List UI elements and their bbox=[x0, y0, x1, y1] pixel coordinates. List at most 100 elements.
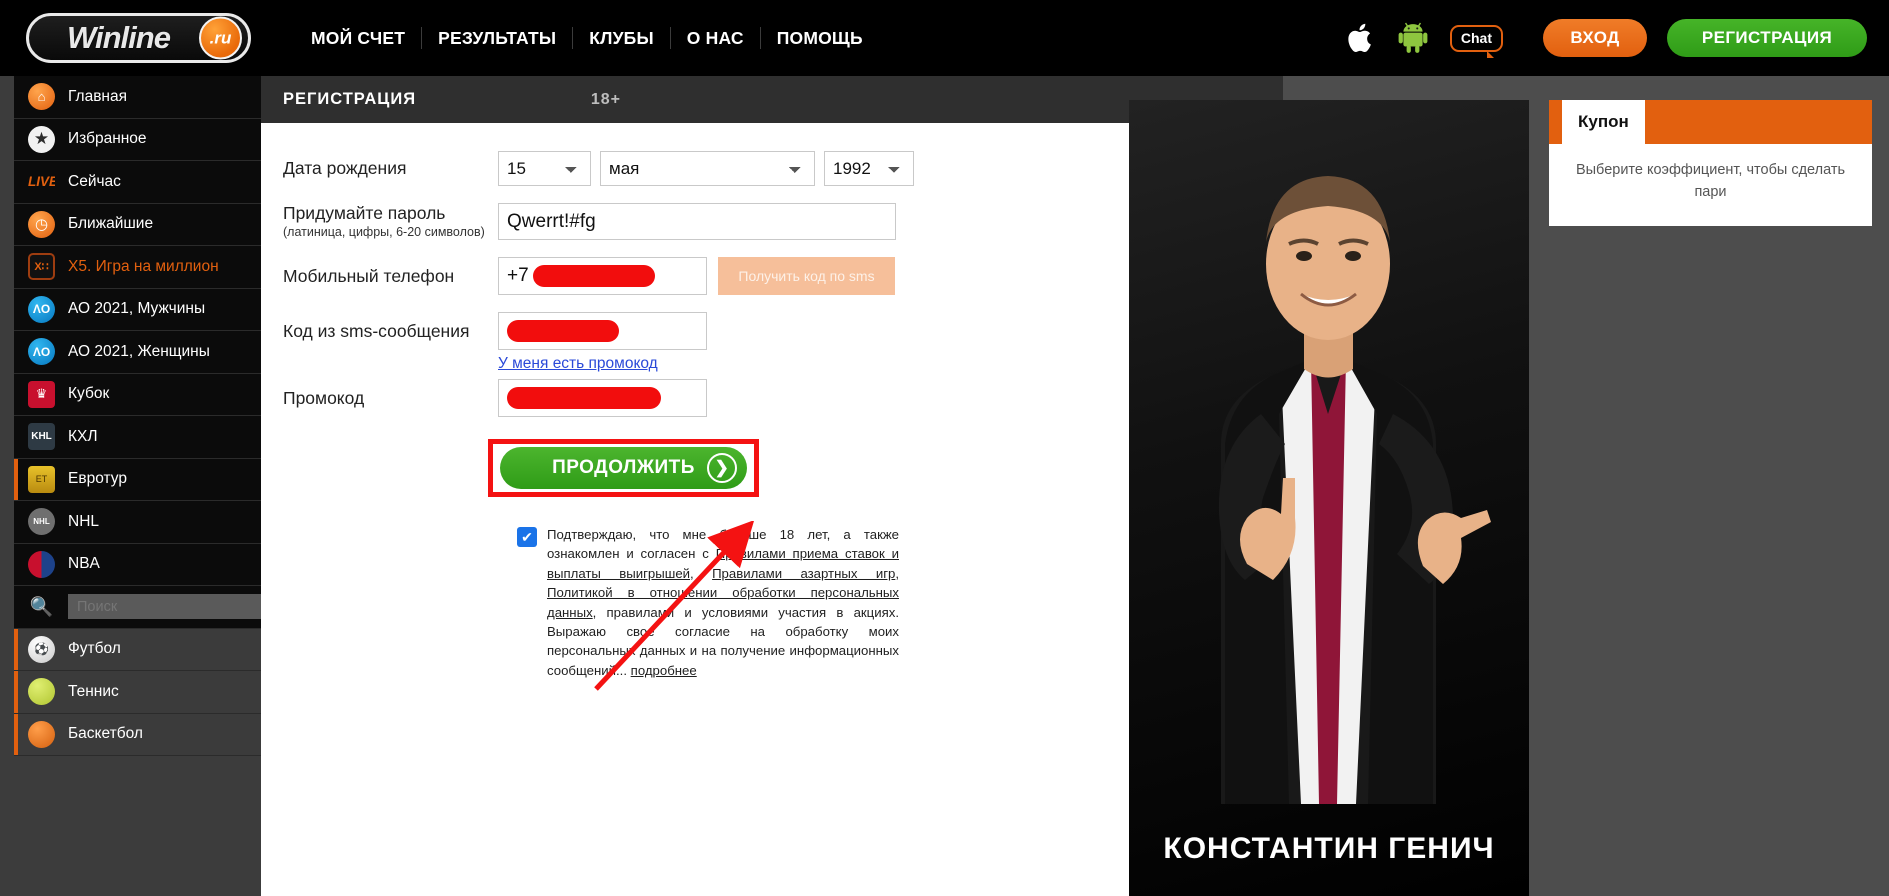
birthdate-label: Дата рождения bbox=[283, 158, 407, 179]
sidebar-item-label: Кубок bbox=[68, 385, 110, 403]
terms-agreement: ✔ Подтверждаю, что мне больше 18 лет, а … bbox=[517, 525, 899, 680]
android-icon[interactable] bbox=[1398, 22, 1428, 54]
terms-more-link[interactable]: подробнее bbox=[631, 663, 697, 678]
tab-coupon[interactable]: Купон bbox=[1562, 100, 1645, 144]
promocode-input[interactable] bbox=[498, 379, 707, 417]
sms-code-label: Код из sms-сообщения bbox=[283, 320, 470, 341]
sidebar-item-upcoming[interactable]: ◷ Ближайшие bbox=[14, 203, 261, 246]
terms-part-2: , правилами и условиями участия в акциях… bbox=[547, 604, 899, 678]
redaction-bar-phone bbox=[532, 265, 655, 287]
register-button[interactable]: РЕГИСТРАЦИЯ bbox=[1667, 19, 1867, 57]
birth-day-select[interactable]: 15 bbox=[498, 151, 591, 186]
coupon-empty-message: Выберите коэффициент, чтобы сделать пари bbox=[1549, 144, 1872, 226]
sidebar-item-live[interactable]: LIVE Сейчас bbox=[14, 161, 261, 204]
dice-icon: X∷ bbox=[28, 253, 55, 281]
coupon-tabs: Купон bbox=[1549, 100, 1872, 144]
sidebar-item-label: Футбол bbox=[68, 640, 121, 658]
sidebar-item-ao-2021-men[interactable]: ΛO АО 2021, Мужчины bbox=[14, 288, 261, 331]
phone-row: Мобильный телефон +7 Получить код по sms bbox=[283, 257, 941, 295]
redaction-bar-sms bbox=[507, 320, 619, 342]
terms-text: Подтверждаю, что мне больше 18 лет, а та… bbox=[547, 525, 899, 680]
sidebar-item-label: Теннис bbox=[68, 682, 119, 700]
basketball-icon bbox=[28, 720, 55, 748]
terms-link-gambling-rules[interactable]: Правилами азартных игр bbox=[712, 566, 895, 581]
chat-icon[interactable]: Chat bbox=[1449, 24, 1503, 58]
password-input[interactable] bbox=[498, 203, 896, 240]
sidebar-item-label: АО 2021, Мужчины bbox=[68, 300, 206, 318]
coupon-panel: Купон Выберите коэффициент, чтобы сделат… bbox=[1549, 100, 1872, 226]
sidebar-item-nhl[interactable]: NHL NHL bbox=[14, 501, 261, 544]
page-title: РЕГИСТРАЦИЯ bbox=[283, 90, 417, 108]
have-promocode-link[interactable]: У меня есть промокод bbox=[498, 355, 941, 373]
sidebar-item-football[interactable]: ⚽ Футбол bbox=[14, 628, 261, 671]
site-logo[interactable]: Winline .ru bbox=[26, 13, 251, 63]
sidebar-item-label: Сейчас bbox=[68, 172, 121, 190]
logo-tld-badge: .ru bbox=[199, 16, 242, 60]
star-icon: ★ bbox=[28, 125, 55, 153]
password-label-text: Придумайте пароль bbox=[283, 203, 446, 224]
apple-icon[interactable] bbox=[1348, 21, 1376, 55]
sidebar-item-label: Евротур bbox=[68, 470, 127, 488]
terms-sep-1: , bbox=[690, 565, 713, 581]
continue-button[interactable]: ПРОДОЛЖИТЬ ❯ bbox=[500, 447, 747, 489]
logo-word: Winline bbox=[67, 20, 171, 55]
nhl-logo-icon: NHL bbox=[28, 508, 55, 536]
sidebar-item-tennis[interactable]: Теннис bbox=[14, 671, 261, 714]
birth-month-select[interactable]: мая bbox=[600, 151, 815, 186]
ao-logo-icon: ΛO bbox=[28, 338, 55, 366]
sidebar-item-label: Избранное bbox=[68, 130, 147, 148]
sms-code-input[interactable] bbox=[498, 312, 707, 350]
sidebar-item-label: NHL bbox=[68, 512, 100, 530]
football-icon: ⚽ bbox=[28, 635, 55, 663]
nav-item-results[interactable]: РЕЗУЛЬТАТЫ bbox=[422, 27, 574, 49]
phone-label: Мобильный телефон bbox=[283, 265, 455, 286]
search-input[interactable] bbox=[68, 594, 273, 620]
sms-code-row: Код из sms-сообщения bbox=[283, 312, 941, 350]
continue-button-highlight: ПРОДОЛЖИТЬ ❯ bbox=[488, 439, 759, 497]
continue-button-label: ПРОДОЛЖИТЬ bbox=[552, 457, 695, 478]
nav-item-clubs[interactable]: КЛУБЫ bbox=[573, 27, 671, 49]
birth-year-select[interactable]: 1992 bbox=[824, 151, 914, 186]
left-sidebar: ⌂ Главная ★ Избранное LIVE Сейчас ◷ Ближ… bbox=[0, 76, 273, 896]
sidebar-item-cup[interactable]: ♛ Кубок bbox=[14, 373, 261, 416]
sidebar-item-x5-game[interactable]: X∷ X5. Игра на миллион bbox=[14, 246, 261, 289]
arrow-right-icon: ❯ bbox=[707, 453, 737, 483]
phone-input[interactable]: +7 bbox=[498, 257, 707, 295]
terms-checkbox[interactable]: ✔ bbox=[517, 527, 537, 547]
nav-item-about[interactable]: О НАС bbox=[671, 27, 761, 49]
presenter-photo bbox=[1218, 176, 1491, 804]
sidebar-item-basketball[interactable]: Баскетбол bbox=[14, 713, 261, 756]
sidebar-item-ao-2021-women[interactable]: ΛO АО 2021, Женщины bbox=[14, 331, 261, 374]
sidebar-search-row[interactable]: 🔍 bbox=[14, 586, 273, 629]
eurotour-icon: ET bbox=[28, 465, 55, 493]
coupon-tabs-filler bbox=[1644, 100, 1872, 144]
main-navigation: МОЙ СЧЕТ РЕЗУЛЬТАТЫ КЛУБЫ О НАС ПОМОЩЬ bbox=[295, 23, 879, 53]
get-sms-code-button[interactable]: Получить код по sms bbox=[718, 257, 895, 295]
sidebar-item-label: Ближайшие bbox=[68, 215, 154, 233]
cup-icon: ♛ bbox=[28, 380, 55, 408]
ao-logo-icon: ΛO bbox=[28, 295, 55, 323]
login-button[interactable]: ВХОД bbox=[1543, 19, 1647, 57]
registration-form: Дата рождения 15 мая 1992 Придумайте пар… bbox=[261, 123, 941, 680]
sidebar-item-label: Баскетбол bbox=[68, 725, 143, 743]
promo-banner[interactable]: КОНСТАНТИН ГЕНИЧ bbox=[1129, 100, 1529, 896]
sidebar-item-home[interactable]: ⌂ Главная bbox=[14, 76, 261, 119]
sidebar-item-khl[interactable]: KHL КХЛ bbox=[14, 416, 261, 459]
header-actions: Chat ВХОД РЕГИСТРАЦИЯ bbox=[1348, 19, 1889, 58]
terms-sep-2: , bbox=[895, 565, 900, 581]
sidebar-item-label: КХЛ bbox=[68, 427, 98, 445]
sidebar-item-label: АО 2021, Женщины bbox=[68, 342, 210, 360]
tennis-icon bbox=[28, 678, 55, 706]
nba-logo-icon bbox=[28, 550, 55, 578]
sidebar-item-nba[interactable]: NBA bbox=[14, 543, 261, 586]
sidebar-item-eurotour[interactable]: ET Евротур bbox=[14, 458, 261, 501]
search-icon: 🔍 bbox=[29, 596, 54, 618]
sidebar-item-label: NBA bbox=[68, 555, 100, 573]
top-header-bar: Winline .ru МОЙ СЧЕТ РЕЗУЛЬТАТЫ КЛУБЫ О … bbox=[0, 0, 1889, 76]
promocode-row: Промокод bbox=[283, 379, 941, 417]
password-row: Придумайте пароль (латиница, цифры, 6-20… bbox=[283, 203, 941, 240]
nav-item-help[interactable]: ПОМОЩЬ bbox=[761, 27, 879, 49]
redaction-bar-promo bbox=[507, 387, 661, 409]
nav-item-my-account[interactable]: МОЙ СЧЕТ bbox=[295, 27, 423, 49]
sidebar-item-favorites[interactable]: ★ Избранное bbox=[14, 118, 261, 161]
